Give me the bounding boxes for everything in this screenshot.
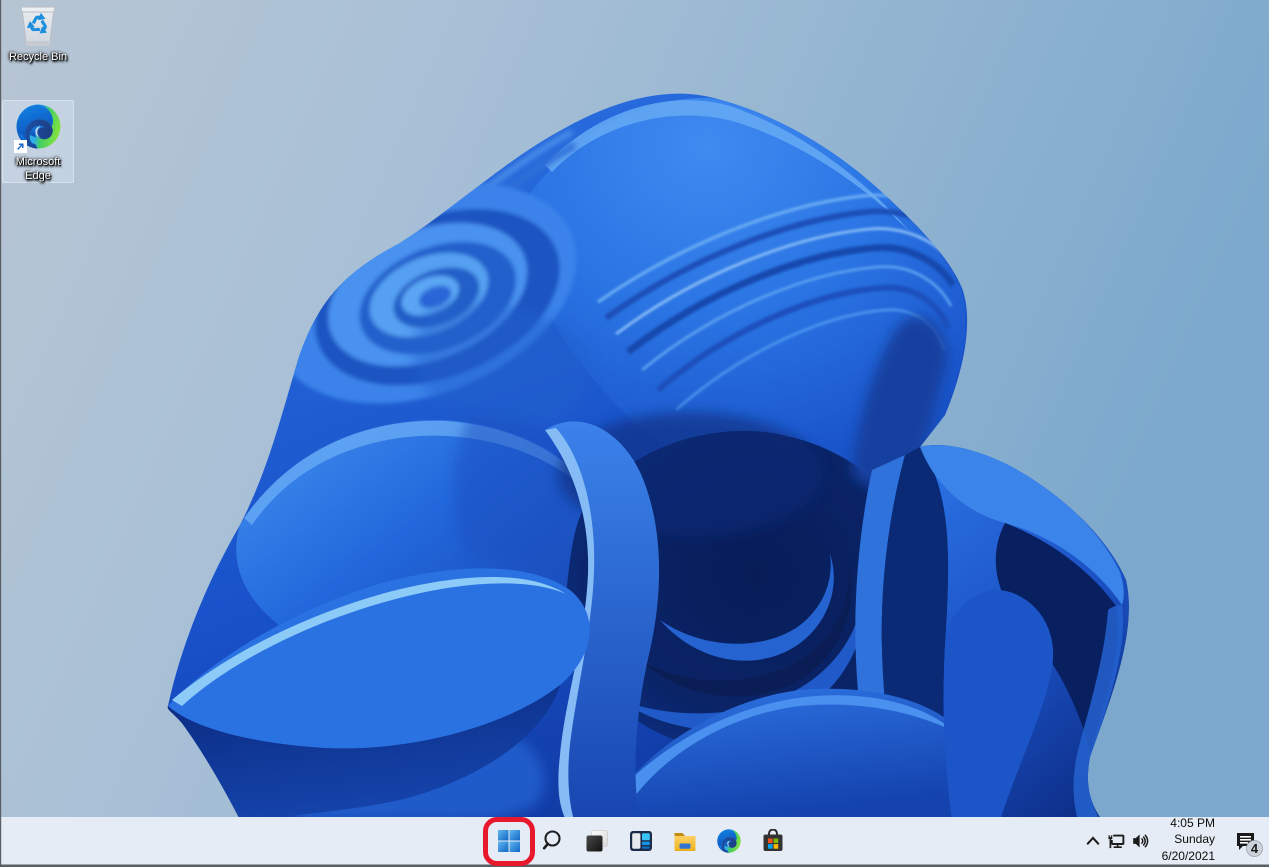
svg-text:4: 4 [1251, 841, 1259, 856]
